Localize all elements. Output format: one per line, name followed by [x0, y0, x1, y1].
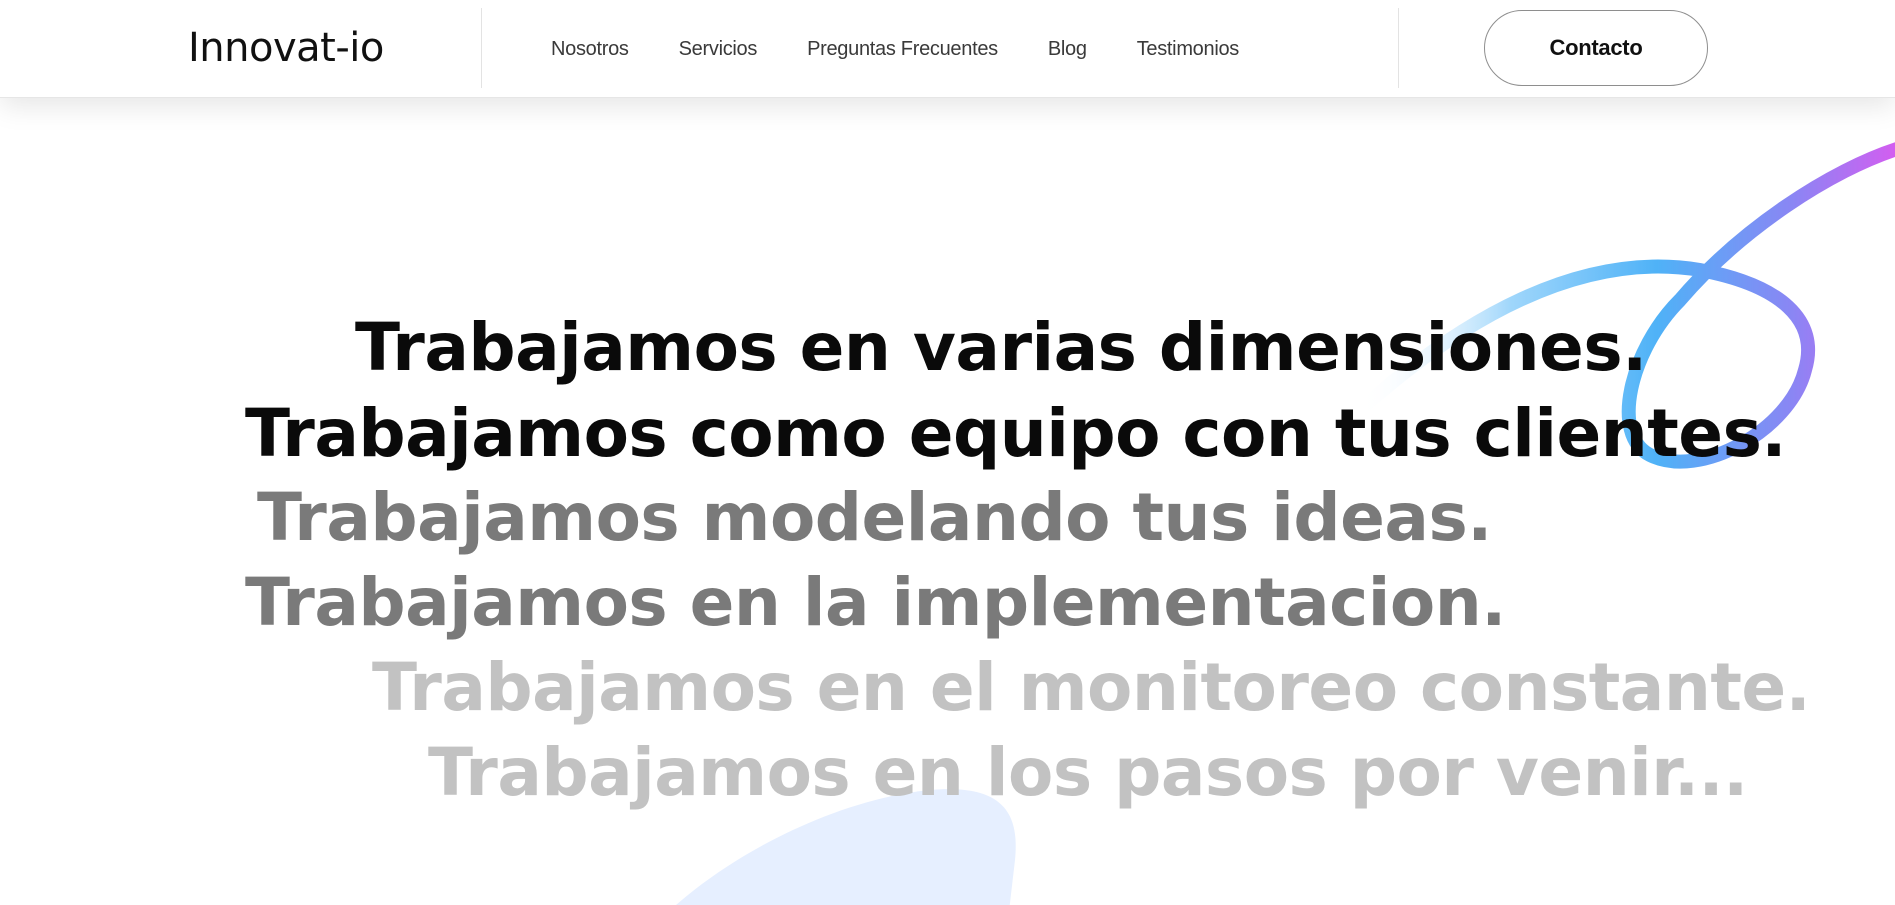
- nav-item-preguntas-frecuentes: Preguntas Frecuentes: [807, 34, 998, 64]
- header-divider-right: [1398, 8, 1399, 88]
- hero-line-6: Trabajamos en los pasos por venir...: [428, 734, 1748, 811]
- nav-link-servicios[interactable]: Servicios: [679, 34, 758, 64]
- hero-line-2: Trabajamos como equipo con tus clientes.: [245, 395, 1786, 472]
- nav-link-preguntas-frecuentes[interactable]: Preguntas Frecuentes: [807, 34, 998, 64]
- nav-link-nosotros[interactable]: Nosotros: [551, 34, 629, 64]
- hero-line-5: Trabajamos en el monitoreo constante.: [372, 649, 1811, 726]
- page: Innovat-io Nosotros Servicios Preguntas …: [0, 0, 1895, 905]
- nav-item-servicios: Servicios: [679, 34, 758, 64]
- site-header: Innovat-io Nosotros Servicios Preguntas …: [0, 0, 1895, 98]
- nav-item-nosotros: Nosotros: [551, 34, 629, 64]
- hero-line-1: Trabajamos en varias dimensiones.: [355, 309, 1647, 386]
- main-nav: Nosotros Servicios Preguntas Frecuentes …: [551, 34, 1289, 64]
- site-logo[interactable]: Innovat-io: [188, 23, 384, 73]
- hero-line-4: Trabajamos en la implementacion.: [245, 564, 1506, 641]
- hero-line-3: Trabajamos modelando tus ideas.: [257, 479, 1492, 556]
- nav-link-testimonios[interactable]: Testimonios: [1137, 34, 1240, 64]
- contact-button[interactable]: Contacto: [1484, 10, 1708, 86]
- nav-item-blog: Blog: [1048, 34, 1087, 64]
- header-divider-left: [481, 8, 482, 88]
- nav-item-testimonios: Testimonios: [1137, 34, 1240, 64]
- nav-link-blog[interactable]: Blog: [1048, 34, 1087, 64]
